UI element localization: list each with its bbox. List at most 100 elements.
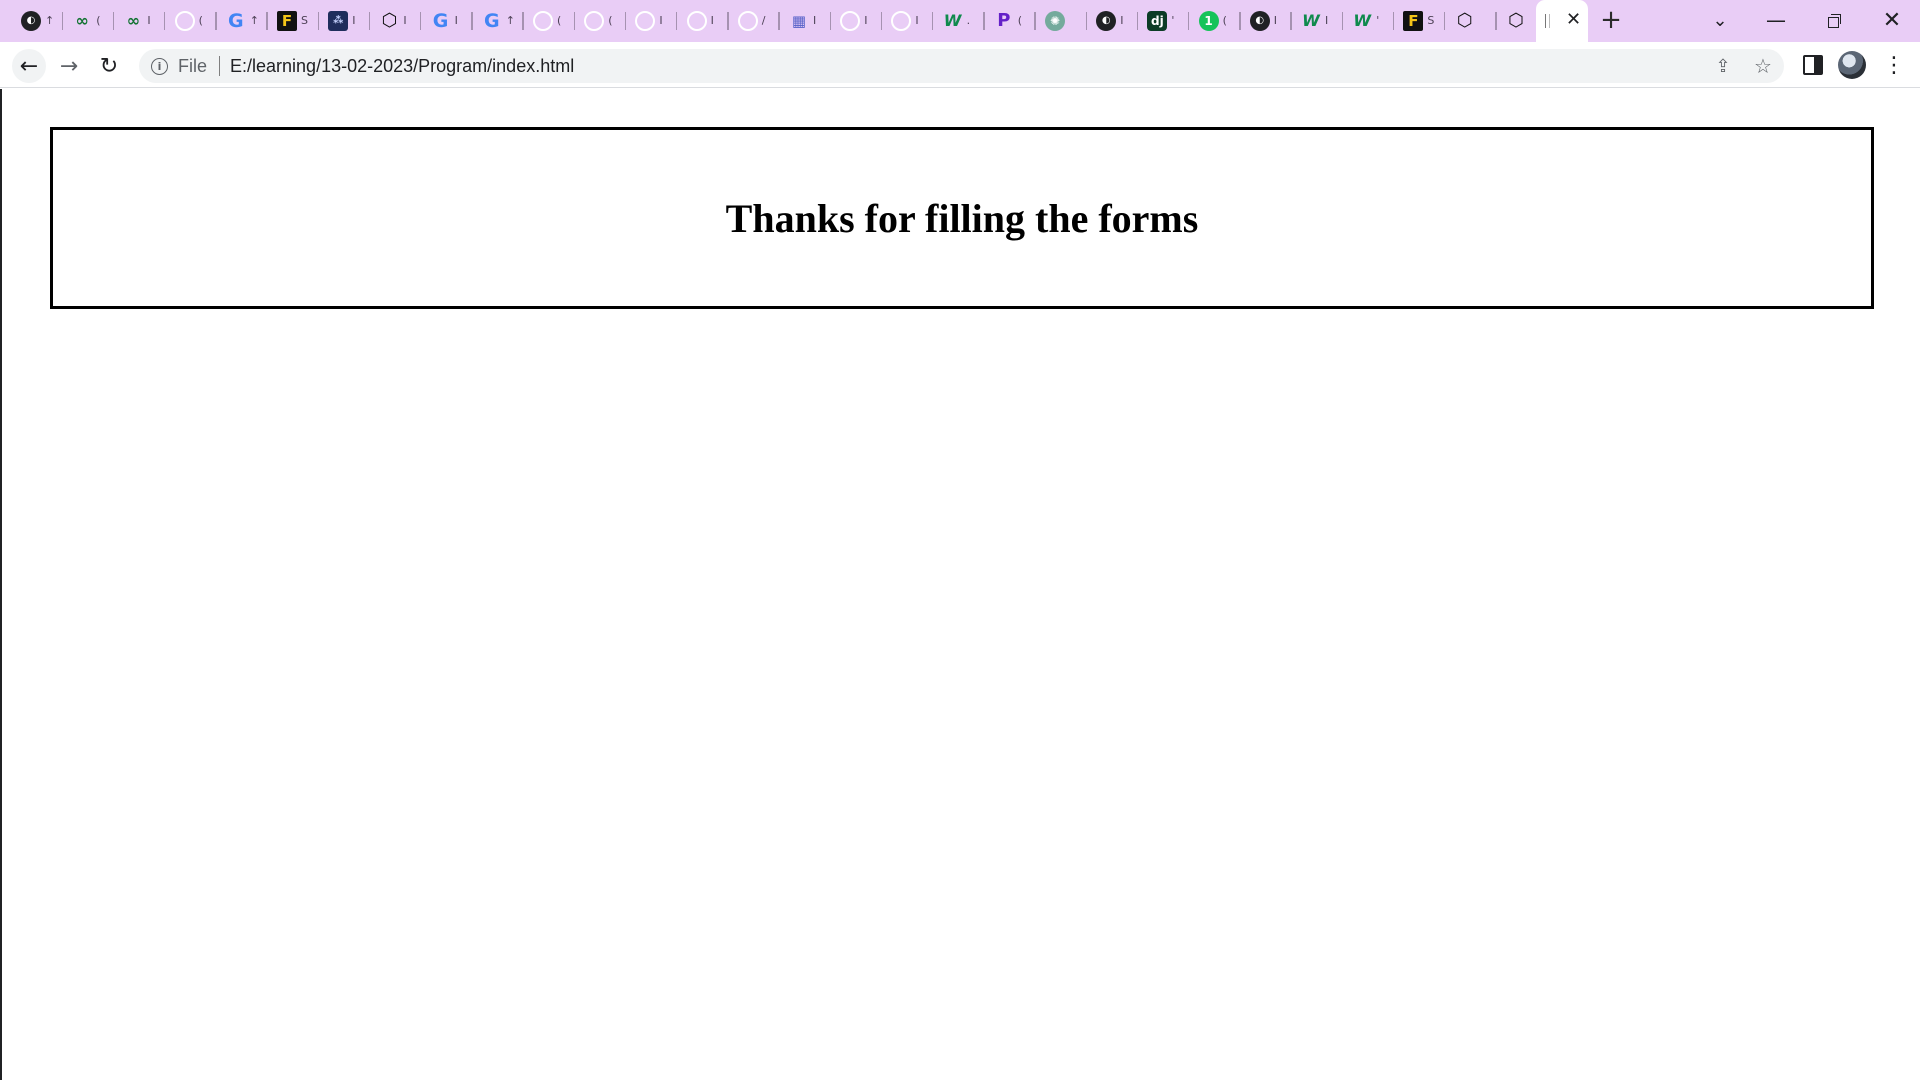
restore-icon <box>1828 14 1841 28</box>
github-icon <box>533 11 553 31</box>
f-logo-favicon-icon: F <box>1403 11 1424 31</box>
browser-tab[interactable]: I <box>678 0 729 42</box>
tab-title-fragment: ' <box>1376 14 1380 27</box>
browser-tab[interactable]: ⬡ I <box>370 0 422 42</box>
dj-favicon-icon: dj <box>1147 11 1168 31</box>
browser-toolbar: ← → ↻ i File E:/learning/13-02-2023/Prog… <box>0 42 1920 88</box>
tab-title-fragment: I <box>352 14 356 27</box>
browser-tab[interactable]: ( <box>524 0 575 42</box>
tab-title-fragment: ↑ <box>45 14 55 27</box>
github-icon <box>686 11 707 31</box>
share-icon[interactable]: ⇪ <box>1706 49 1740 83</box>
p-logo-favicon-icon: P <box>997 10 1011 31</box>
tab-title-fragment: ( <box>608 14 613 27</box>
browser-tab[interactable]: ✺ <box>1036 0 1087 42</box>
loading-favicon-icon <box>1545 14 1550 28</box>
tab-title-fragment: S <box>301 14 308 27</box>
browser-tab[interactable]: WI <box>1292 0 1343 42</box>
browser-tab[interactable]: FS <box>1394 0 1446 42</box>
address-bar[interactable]: i File E:/learning/13-02-2023/Program/in… <box>139 49 1784 83</box>
tab-title-fragment: . <box>966 14 971 27</box>
url-text[interactable]: E:/learning/13-02-2023/Program/index.htm… <box>230 56 574 77</box>
browser-tab[interactable]: FS <box>268 0 319 42</box>
circle-dark-favicon-icon: ◐ <box>21 11 41 31</box>
tab-title-fragment: I <box>1120 14 1124 27</box>
wix-favicon-icon: W <box>1302 11 1320 30</box>
profile-avatar[interactable] <box>1838 51 1866 79</box>
browser-tab[interactable]: W ' <box>1343 0 1395 42</box>
browser-menu-icon[interactable]: ⋮ <box>1882 52 1906 78</box>
tab-title-fragment: I <box>1273 14 1278 27</box>
tab-title-fragment: / <box>761 14 766 27</box>
back-button[interactable]: ← <box>12 49 46 83</box>
pixel-favicon-icon: ▦ <box>791 11 807 30</box>
browser-tab[interactable]: W. <box>934 0 985 42</box>
address-divider <box>219 56 221 76</box>
github-icon <box>584 11 605 31</box>
tab-title-fragment: I <box>403 14 407 27</box>
github-icon <box>891 11 912 31</box>
tab-title-fragment: ( <box>1222 14 1227 27</box>
tab-title-fragment: ( <box>557 14 562 27</box>
tab-title-fragment: ↑ <box>505 14 516 27</box>
thanks-box: Thanks for filling the forms <box>50 127 1874 309</box>
browser-tab[interactable]: I <box>882 0 934 42</box>
bookmark-star-icon[interactable]: ☆ <box>1746 49 1780 83</box>
forward-button[interactable]: → <box>52 49 86 83</box>
infinity-favicon-icon: ∞ <box>126 11 141 30</box>
tab-search-button[interactable]: ⌄ <box>1692 0 1748 40</box>
tab-title-fragment: I <box>710 14 714 27</box>
tab-title-fragment: I <box>147 14 151 27</box>
gpt-favicon-icon: ✺ <box>1045 11 1065 31</box>
restore-button[interactable] <box>1806 0 1862 40</box>
browser-tab[interactable]: 1( <box>1190 0 1241 42</box>
wix-favicon-icon: W <box>1353 11 1372 30</box>
browser-tab[interactable]: ( <box>575 0 627 42</box>
google-favicon-icon: G <box>483 9 500 32</box>
browser-tab[interactable]: ◐ ↑ <box>12 0 63 42</box>
minimize-button[interactable]: — <box>1748 0 1804 40</box>
browser-tab[interactable]: I <box>831 0 883 42</box>
tab-title-fragment: I <box>454 14 458 27</box>
browser-tab[interactable]: P( <box>985 0 1036 42</box>
f-logo-favicon-icon: F <box>277 11 297 31</box>
new-tab-button[interactable]: + <box>1597 5 1625 35</box>
tab-strip: ◐ ↑ ∞(∞ I(G ↑ F S ⁂ I ⬡ I G I G ↑((I I / ▦ I I I W. P(✺ ◐ Idj ' 1(… <box>0 0 1920 42</box>
tab-title-fragment: S <box>1427 14 1435 27</box>
tab-title-fragment: I <box>1325 14 1329 27</box>
reload-button[interactable]: ↻ <box>92 49 126 83</box>
tab-title-fragment: ( <box>198 14 203 27</box>
browser-tab[interactable]: dj ' <box>1138 0 1190 42</box>
tab-title-fragment: ( <box>96 14 101 27</box>
google-favicon-icon: G <box>227 9 244 32</box>
browser-tab[interactable]: ◐ I <box>1087 0 1139 42</box>
browser-tab[interactable]: G ↑ <box>217 0 268 42</box>
browser-tab[interactable]: ∞( <box>63 0 115 42</box>
browser-tab[interactable]: ◐ I <box>1241 0 1292 42</box>
infinity-favicon-icon: ∞ <box>75 11 89 30</box>
browser-tab[interactable]: ⬡ <box>1446 0 1497 42</box>
browser-tab[interactable]: / <box>729 0 780 42</box>
close-window-button[interactable]: ✕ <box>1864 0 1920 40</box>
browser-tab[interactable]: ▦ I <box>780 0 831 42</box>
browser-tab[interactable]: G ↑ <box>473 0 524 42</box>
circle-dark-favicon-icon: ◐ <box>1096 11 1117 31</box>
site-info-icon[interactable]: i <box>151 57 168 75</box>
browser-tab[interactable]: ⁂ I <box>319 0 371 42</box>
scheme-label: File <box>178 55 208 76</box>
tab-title-fragment: ↑ <box>249 14 260 27</box>
tab-title-fragment: ( <box>1017 14 1023 27</box>
close-tab-icon[interactable]: ✕ <box>1566 9 1581 30</box>
browser-tab[interactable]: ( <box>166 0 217 42</box>
browser-tab[interactable]: GI <box>422 0 473 42</box>
side-panel-icon[interactable] <box>1803 55 1823 75</box>
tab-title-fragment: I <box>659 14 663 27</box>
page-title: Thanks for filling the forms <box>725 195 1199 241</box>
browser-tab[interactable]: ∞ I <box>114 0 166 42</box>
github-icon <box>737 11 758 31</box>
github-icon <box>174 11 195 31</box>
browser-tab[interactable]: I <box>626 0 678 42</box>
active-tab[interactable]: ✕ <box>1536 0 1588 42</box>
tab-title-fragment: I <box>864 14 868 27</box>
tab-title-fragment: I <box>915 14 919 27</box>
